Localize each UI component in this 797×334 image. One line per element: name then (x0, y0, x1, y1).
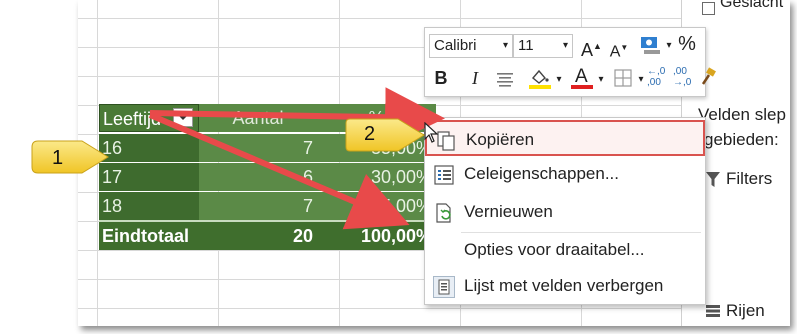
callout-1-label: 1 (52, 147, 64, 169)
callout-2-label: 2 (364, 123, 376, 145)
mouse-cursor-icon (424, 121, 440, 144)
annotation-arrows (148, 87, 445, 230)
callout-2: 2 (342, 115, 426, 155)
callout-1: 1 (28, 135, 110, 185)
